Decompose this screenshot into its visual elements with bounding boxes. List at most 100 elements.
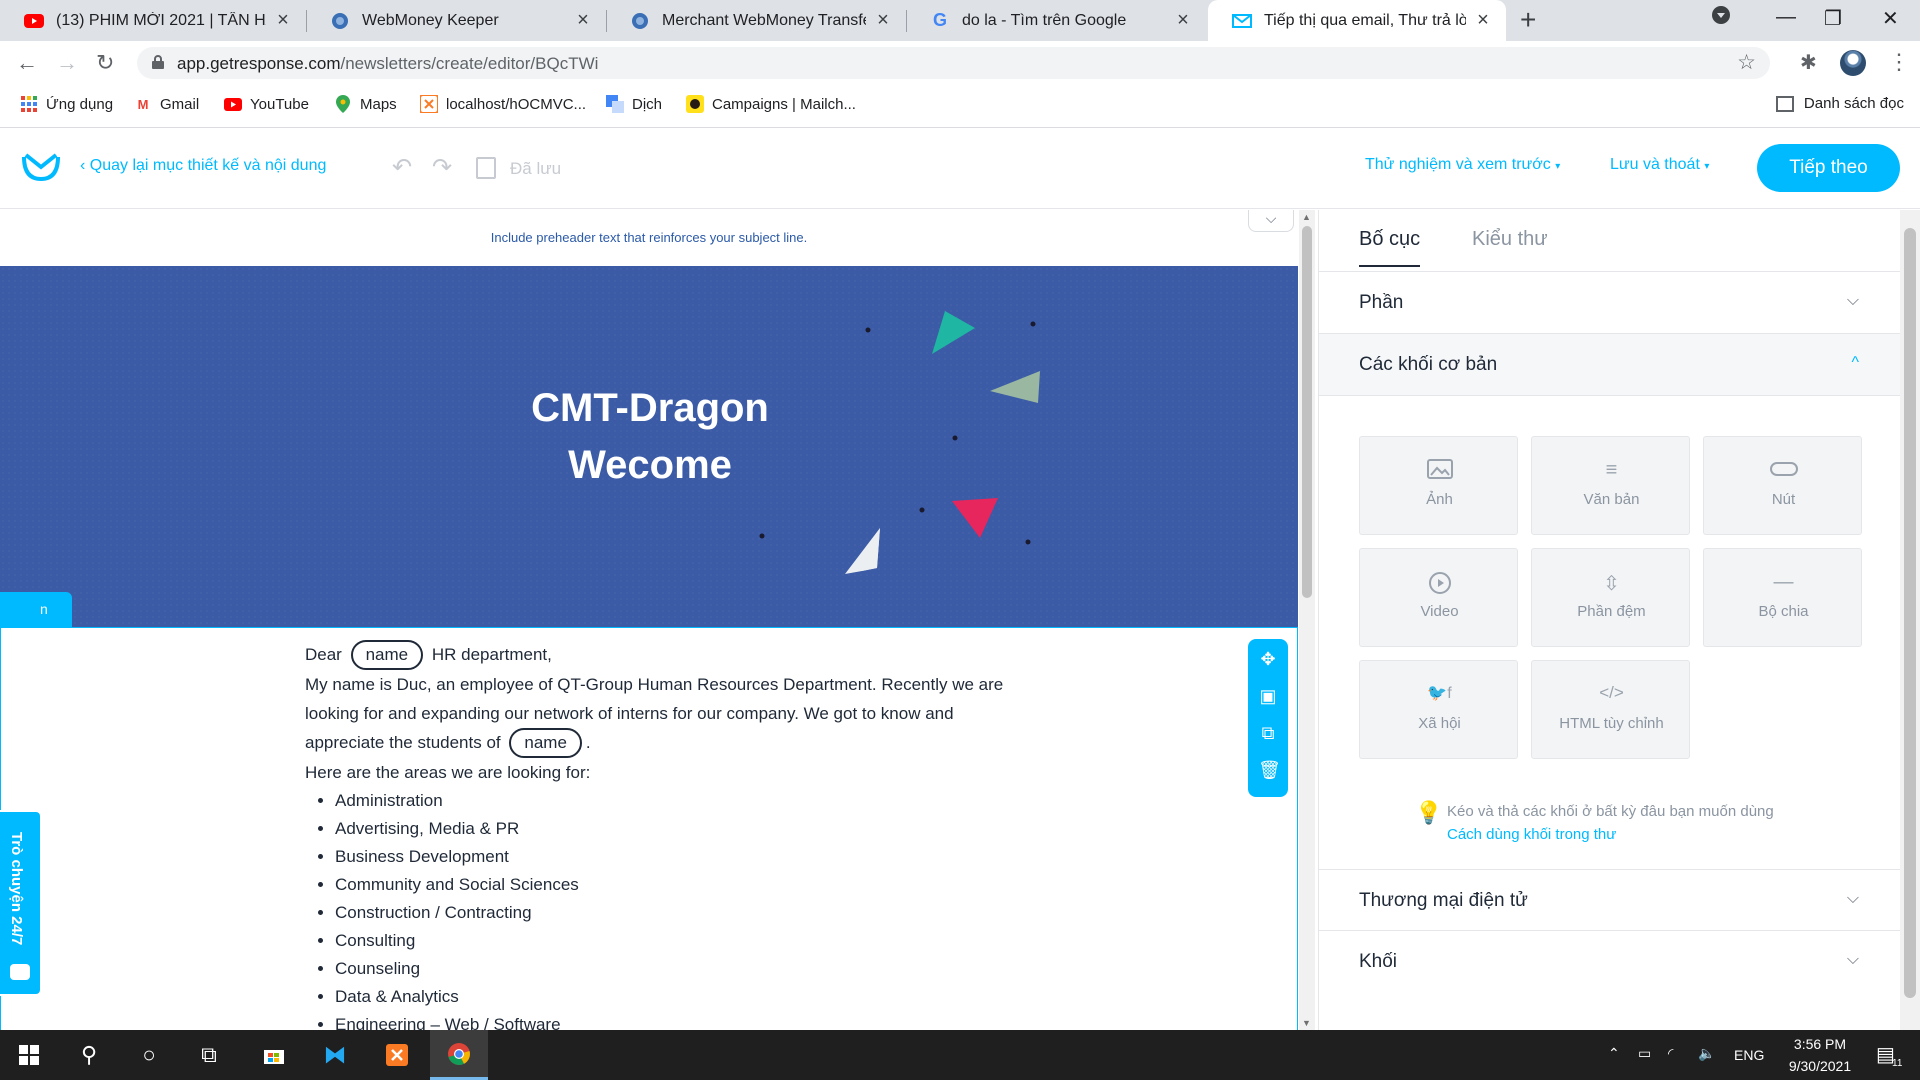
scroll-down-icon[interactable]: ▼ bbox=[1302, 1018, 1311, 1028]
move-icon[interactable]: ✥ bbox=[1258, 649, 1278, 669]
back-to-design-link[interactable]: ‹ Quay lại mục thiết kế và nội dung bbox=[80, 157, 326, 175]
tab-title: Tiếp thị qua email, Thư trả lời tự bbox=[1264, 11, 1466, 29]
block-tag[interactable]: n bbox=[0, 592, 72, 628]
xampp-icon[interactable] bbox=[368, 1030, 426, 1080]
chevron-up-icon[interactable]: ⌃ bbox=[1608, 1045, 1620, 1062]
new-tab-button[interactable]: + bbox=[1520, 4, 1536, 36]
windows-start-icon[interactable] bbox=[0, 1030, 58, 1080]
close-window-icon[interactable]: ✕ bbox=[1882, 6, 1899, 31]
volume-icon[interactable]: 🔈 bbox=[1698, 1045, 1715, 1062]
language-indicator[interactable]: ENG bbox=[1734, 1047, 1764, 1063]
editor-header: ‹ Quay lại mục thiết kế và nội dung ↶ ↷ … bbox=[0, 129, 1920, 209]
duplicate-icon[interactable]: ⧉ bbox=[1258, 723, 1278, 743]
tab-layout[interactable]: Bố cục bbox=[1359, 228, 1421, 267]
store-icon[interactable] bbox=[245, 1030, 303, 1080]
accordion-label: Phần bbox=[1359, 292, 1404, 313]
delete-icon[interactable]: 🗑 bbox=[1258, 760, 1281, 780]
translate-icon bbox=[606, 95, 624, 113]
bookmark-translate[interactable]: Dịch bbox=[606, 95, 662, 113]
name-merge-tag[interactable]: name bbox=[509, 728, 582, 758]
saved-status: Đã lưu bbox=[510, 159, 562, 178]
panel-scrollbar[interactable] bbox=[1900, 210, 1920, 1030]
bookmark-youtube[interactable]: YouTube bbox=[224, 95, 309, 113]
browser-tab-webmoney-keeper[interactable]: WebMoney Keeper × bbox=[306, 0, 606, 41]
chat-widget[interactable]: Trò chuyện 24/7 bbox=[0, 810, 42, 996]
bookmark-gmail[interactable]: M Gmail bbox=[134, 95, 200, 113]
save-exit-dropdown[interactable]: Lưu và thoát ▾ bbox=[1610, 156, 1709, 174]
block-button[interactable]: Nút bbox=[1703, 436, 1862, 535]
accordion-blocks[interactable]: Khối ⌵ bbox=[1319, 931, 1901, 993]
canvas-scrollbar[interactable]: ▲ ▼ bbox=[1299, 210, 1315, 1030]
redo-icon[interactable]: ↷ bbox=[432, 153, 452, 182]
extensions-icon[interactable]: ✱ bbox=[1800, 50, 1817, 75]
close-tab-icon[interactable]: × bbox=[1472, 9, 1494, 32]
email-body-text[interactable]: Dear name HR department, My name is Duc,… bbox=[305, 640, 1005, 1030]
block-custom-html[interactable]: </> HTML tùy chỉnh bbox=[1531, 660, 1690, 759]
block-image[interactable]: Ảnh bbox=[1359, 436, 1518, 535]
close-tab-icon[interactable]: × bbox=[272, 9, 294, 32]
wifi-icon[interactable]: ◜ bbox=[1668, 1045, 1673, 1062]
how-to-use-blocks-link[interactable]: Cách dùng khối trong thư bbox=[1447, 823, 1774, 846]
block-text[interactable]: ≡ Văn bản bbox=[1531, 436, 1690, 535]
browser-tab-merchant-webmoney[interactable]: Merchant WebMoney Transfer × bbox=[606, 0, 906, 41]
accordion-ecommerce[interactable]: Thương mại điện tử ⌵ bbox=[1319, 869, 1901, 931]
browser-tab-getresponse[interactable]: Tiếp thị qua email, Thư trả lời tự × bbox=[1208, 0, 1506, 41]
accordion-basic-blocks[interactable]: Các khối cơ bản ^ bbox=[1319, 334, 1901, 396]
block-social[interactable]: 🐦f Xã hội bbox=[1359, 660, 1518, 759]
scrollbar-thumb[interactable] bbox=[1904, 228, 1916, 998]
block-video[interactable]: Video bbox=[1359, 548, 1518, 647]
accordion-sections[interactable]: Phần ⌵ bbox=[1319, 272, 1901, 334]
cortana-icon[interactable]: ○ bbox=[120, 1030, 178, 1080]
name-merge-tag[interactable]: name bbox=[350, 640, 424, 670]
vscode-icon[interactable]: ⧓ bbox=[306, 1030, 364, 1080]
scroll-up-icon[interactable]: ▲ bbox=[1302, 212, 1311, 222]
forward-icon[interactable]: → bbox=[56, 50, 78, 76]
chrome-icon[interactable] bbox=[430, 1030, 488, 1080]
avatar[interactable] bbox=[1840, 50, 1866, 76]
reload-icon[interactable]: ↻ bbox=[96, 50, 114, 76]
reading-list-button[interactable]: Danh sách đọc bbox=[1775, 95, 1904, 112]
next-button[interactable]: Tiếp theo bbox=[1757, 144, 1900, 192]
task-view-icon[interactable]: ⧉ bbox=[180, 1030, 238, 1080]
block-divider[interactable]: — Bộ chia bbox=[1703, 548, 1862, 647]
scrollbar-thumb[interactable] bbox=[1302, 226, 1312, 598]
bookmark-apps[interactable]: Ứng dụng bbox=[20, 95, 113, 113]
address-bar[interactable]: app.getresponse.com/newsletters/create/e… bbox=[137, 47, 1770, 79]
preheader-text[interactable]: Include preheader text that reinforces y… bbox=[0, 230, 1298, 245]
blocks-panel: Bố cục Kiểu thư Phần ⌵ Các khối cơ bản ^… bbox=[1318, 210, 1901, 1030]
test-preview-dropdown[interactable]: Thử nghiệm và xem trước ▾ bbox=[1365, 156, 1560, 174]
more-menu-icon[interactable]: ⋮ bbox=[1888, 49, 1910, 75]
restore-icon[interactable]: ❐ bbox=[1824, 6, 1842, 31]
save-icon[interactable] bbox=[476, 157, 496, 179]
tab-search-icon[interactable] bbox=[1712, 6, 1730, 30]
browser-tab-strip: (13) PHIM MỚI 2021 | TÂN HÂN × WebMoney … bbox=[0, 0, 1920, 41]
close-tab-icon[interactable]: × bbox=[872, 9, 894, 32]
close-tab-icon[interactable]: × bbox=[1172, 9, 1194, 32]
save-block-icon[interactable]: ▣ bbox=[1258, 686, 1278, 706]
search-icon[interactable]: ⚲ bbox=[60, 1030, 118, 1080]
hero-section[interactable]: CMT-Dragon Wecome bbox=[0, 266, 1298, 1030]
block-toolbar: ✥ ▣ ⧉ 🗑 bbox=[1248, 639, 1288, 797]
bookmark-localhost[interactable]: localhost/hOCMVC... bbox=[420, 95, 586, 113]
drag-hint: Kéo và thả các khối ở bất kỳ đâu bạn muố… bbox=[1447, 800, 1774, 846]
getresponse-logo-icon[interactable] bbox=[22, 153, 60, 181]
minimize-icon[interactable]: — bbox=[1776, 6, 1796, 29]
intro-paragraph: My name is Duc, an employee of QT-Group … bbox=[305, 670, 1005, 758]
bookmark-maps[interactable]: Maps bbox=[334, 95, 397, 113]
battery-icon[interactable]: ▭ bbox=[1638, 1045, 1651, 1062]
browser-tab-google[interactable]: G do la - Tìm trên Google × bbox=[906, 0, 1206, 41]
youtube-icon bbox=[24, 11, 44, 31]
close-tab-icon[interactable]: × bbox=[572, 9, 594, 32]
hero-title-line: CMT-Dragon bbox=[531, 386, 769, 430]
chevron-down-icon: ⌵ bbox=[1846, 951, 1859, 968]
undo-icon[interactable]: ↶ bbox=[392, 153, 412, 182]
taskbar-clock[interactable]: 3:56 PM 9/30/2021 bbox=[1775, 1033, 1865, 1077]
browser-tab-youtube[interactable]: (13) PHIM MỚI 2021 | TÂN HÂN × bbox=[0, 0, 306, 41]
bookmark-mailchimp[interactable]: Campaigns | Mailch... bbox=[686, 95, 856, 113]
tab-message-style[interactable]: Kiểu thư bbox=[1472, 228, 1548, 251]
collapse-preheader-button[interactable]: ⌵ bbox=[1248, 210, 1294, 232]
bookmark-star-icon[interactable]: ☆ bbox=[1737, 50, 1756, 75]
greeting-after: HR department, bbox=[431, 645, 552, 664]
block-spacer[interactable]: ⇳ Phần đệm bbox=[1531, 548, 1690, 647]
back-icon[interactable]: ← bbox=[16, 50, 38, 76]
